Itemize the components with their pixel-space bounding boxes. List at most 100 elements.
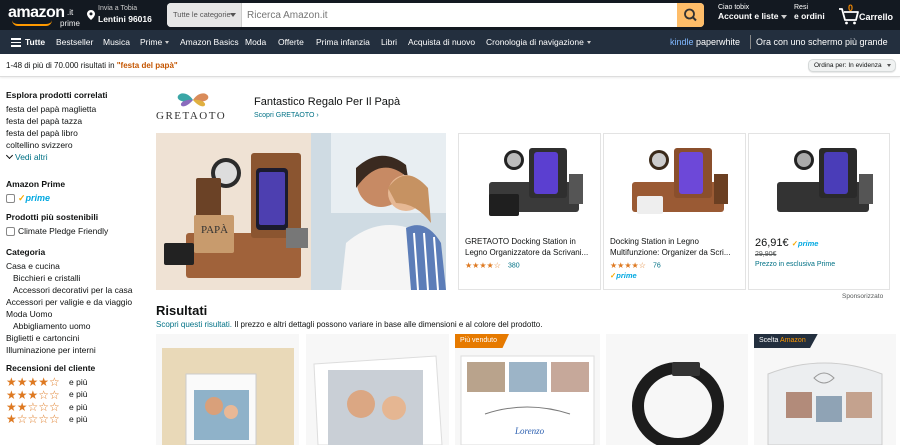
search-button[interactable] (677, 3, 704, 27)
prime-filter[interactable]: ✓prime (6, 192, 146, 204)
results-info-bar: 1-48 di più di 70.000 risultati in "fest… (0, 54, 900, 77)
product-photo-icon (754, 334, 896, 445)
search-category-select[interactable]: Tutte le categorie (167, 3, 242, 27)
product-price[interactable]: 26,91€ ✓prime (755, 237, 818, 249)
chevron-down-icon (165, 41, 170, 45)
divider (750, 35, 751, 49)
rating-filter-4[interactable]: ★★★★☆ e più (6, 376, 146, 388)
search-input[interactable] (243, 3, 677, 27)
category-link[interactable]: Illuminazione per interni (6, 344, 146, 356)
category-link[interactable]: Abbigliamento uomo (6, 320, 146, 332)
product-title[interactable]: Docking Station in Legno Multifunzione: … (610, 236, 738, 258)
amazon-logo[interactable]: amazon .it prime (8, 4, 81, 28)
product-image (749, 134, 889, 232)
category-link[interactable]: Biglietti e cartoncini (6, 332, 146, 344)
sort-label: Ordina per: (814, 62, 847, 69)
nav-item-offerte[interactable]: Offerte (278, 30, 304, 54)
svg-text:Lorenzo: Lorenzo (514, 426, 545, 436)
category-title: Categoria (6, 247, 46, 257)
cart-button[interactable]: 0 Carrello (838, 3, 896, 27)
kindle-brand: kindle (670, 37, 694, 47)
rating-filter-1[interactable]: ★☆☆☆☆ e più (6, 413, 146, 425)
category-link[interactable]: Casa e cucina (6, 260, 146, 272)
related-link[interactable]: coltellino svizzero (6, 139, 146, 151)
category-link[interactable]: Accessori decorativi per la casa (6, 284, 146, 296)
account-menu[interactable]: Ciao tobix Account e liste (718, 4, 788, 21)
rating-filter-3[interactable]: ★★★☆☆ e più (6, 388, 146, 401)
logo-prime: prime (60, 19, 81, 28)
filters-sidebar: Esplora prodotti correlati festa del pap… (5, 90, 146, 425)
related-link[interactable]: festa del papà libro (6, 127, 146, 139)
nav-item-bestseller[interactable]: Bestseller (56, 30, 93, 54)
prime-logo-icon: ✓prime (18, 193, 51, 203)
brand-logo-text: GRETAOTO (156, 110, 227, 122)
rating-filter-2[interactable]: ★★☆☆☆ e più (6, 401, 146, 413)
reviews-title: Recensioni del cliente (6, 363, 96, 373)
prime-exclusive-label: Prezzo in esclusiva Prime (755, 261, 836, 268)
results-explore-link[interactable]: Scopri questi risultati. (156, 320, 232, 329)
hero-photo-icon: PAPÀ (156, 133, 446, 290)
sponsored-product-card[interactable]: Docking Station in Legno Multifunzione: … (603, 133, 746, 290)
chevron-down-icon (586, 41, 591, 45)
chevron-down-icon (230, 13, 236, 17)
chevron-down-icon (887, 64, 891, 67)
product-rating[interactable]: ★★★★☆ 380 (465, 260, 520, 271)
product-photo-icon: Lorenzo (455, 334, 600, 445)
best-seller-badge: Più venduto (455, 334, 509, 348)
related-link[interactable]: festa del papà maglietta (6, 103, 146, 115)
nav-item-cronologia[interactable]: Cronologia di navigazione (486, 30, 591, 54)
nav-item-musica[interactable]: Musica (103, 30, 130, 54)
sponsored-label[interactable]: Sponsorizzato (842, 293, 883, 300)
see-more-link[interactable]: Vedi altri (5, 151, 146, 163)
brand-logo[interactable]: GRETAOTO (156, 91, 233, 127)
hamburger-icon[interactable] (11, 38, 21, 47)
results-note: Il prezzo e altri dettagli possono varia… (234, 320, 543, 329)
category-link[interactable]: Bicchieri e cristalli (6, 272, 146, 284)
prime-checkbox[interactable] (6, 194, 15, 204)
orders-link[interactable]: Resi e ordini (794, 4, 832, 21)
related-link[interactable]: festa del papà tazza (6, 115, 146, 127)
smile-icon (12, 20, 52, 26)
product-old-price: 29,90€ (755, 251, 777, 258)
nav-item-moda[interactable]: Moda (245, 30, 266, 54)
product-photo-icon (156, 334, 299, 445)
nav-all[interactable]: Tutte (25, 30, 45, 54)
result-tile[interactable]: Scelta Amazon (754, 334, 896, 445)
search-bar: Tutte le categorie (167, 3, 704, 27)
nav-item-amazon-basics[interactable]: Amazon Basics (180, 30, 239, 54)
nav-item-libri[interactable]: Libri (381, 30, 397, 54)
amazon-choice-badge: Scelta Amazon (754, 334, 818, 348)
nav-item-acquista-di-nuovo[interactable]: Acquista di nuovo (408, 30, 475, 54)
kindle-model: paperwhite (696, 37, 741, 47)
sponsored-product-card[interactable]: 26,91€ ✓prime 29,90€ Prezzo in esclusiva… (748, 133, 890, 290)
sort-dropdown[interactable]: Ordina per: In evidenza (808, 59, 896, 72)
results-heading: Risultati (156, 303, 208, 318)
deliver-to[interactable]: Invia a Tobia Lentini 96016 (87, 4, 157, 26)
star-rating-icon: ★★★★☆ (465, 261, 501, 270)
nav-item-prime[interactable]: Prime (140, 30, 170, 54)
product-rating[interactable]: ★★★★☆ 76 (610, 260, 661, 271)
climate-checkbox[interactable] (6, 227, 15, 237)
docking-station-icon (777, 148, 873, 212)
brand-hero-image[interactable]: PAPÀ (156, 133, 446, 290)
kindle-promo[interactable]: kindle paperwhite Ora con uno schermo pi… (670, 30, 888, 54)
category-link[interactable]: Accessori per valigie e da viaggio (6, 296, 146, 308)
deliver-line1: Invia a Tobia (98, 5, 138, 12)
result-tile[interactable] (156, 334, 299, 445)
product-title[interactable]: GRETAOTO Docking Station in Legno Organi… (465, 236, 593, 258)
brand-shop-link[interactable]: Scopri GRETAOTO › (254, 112, 319, 119)
cart-label: Carrello (859, 12, 894, 22)
result-tile[interactable] (306, 334, 449, 445)
sponsored-product-card[interactable]: GRETAOTO Docking Station in Legno Organi… (458, 133, 601, 290)
related-title: Esplora prodotti correlati (6, 90, 108, 100)
logo-tld: .it (67, 8, 74, 17)
results-count: 1-48 di più di 70.000 risultati in (6, 61, 115, 70)
sustainable-filter[interactable]: Climate Pledge Friendly (6, 225, 146, 237)
result-tile[interactable]: Lorenzo Più venduto (455, 334, 600, 445)
nav-item-prima-infanzia[interactable]: Prima infanzia (316, 30, 370, 54)
category-link[interactable]: Moda Uomo (6, 308, 146, 320)
product-image (604, 134, 745, 232)
result-tile[interactable] (606, 334, 748, 445)
prime-filter-title: Amazon Prime (6, 179, 66, 189)
location-pin-icon (87, 10, 95, 20)
